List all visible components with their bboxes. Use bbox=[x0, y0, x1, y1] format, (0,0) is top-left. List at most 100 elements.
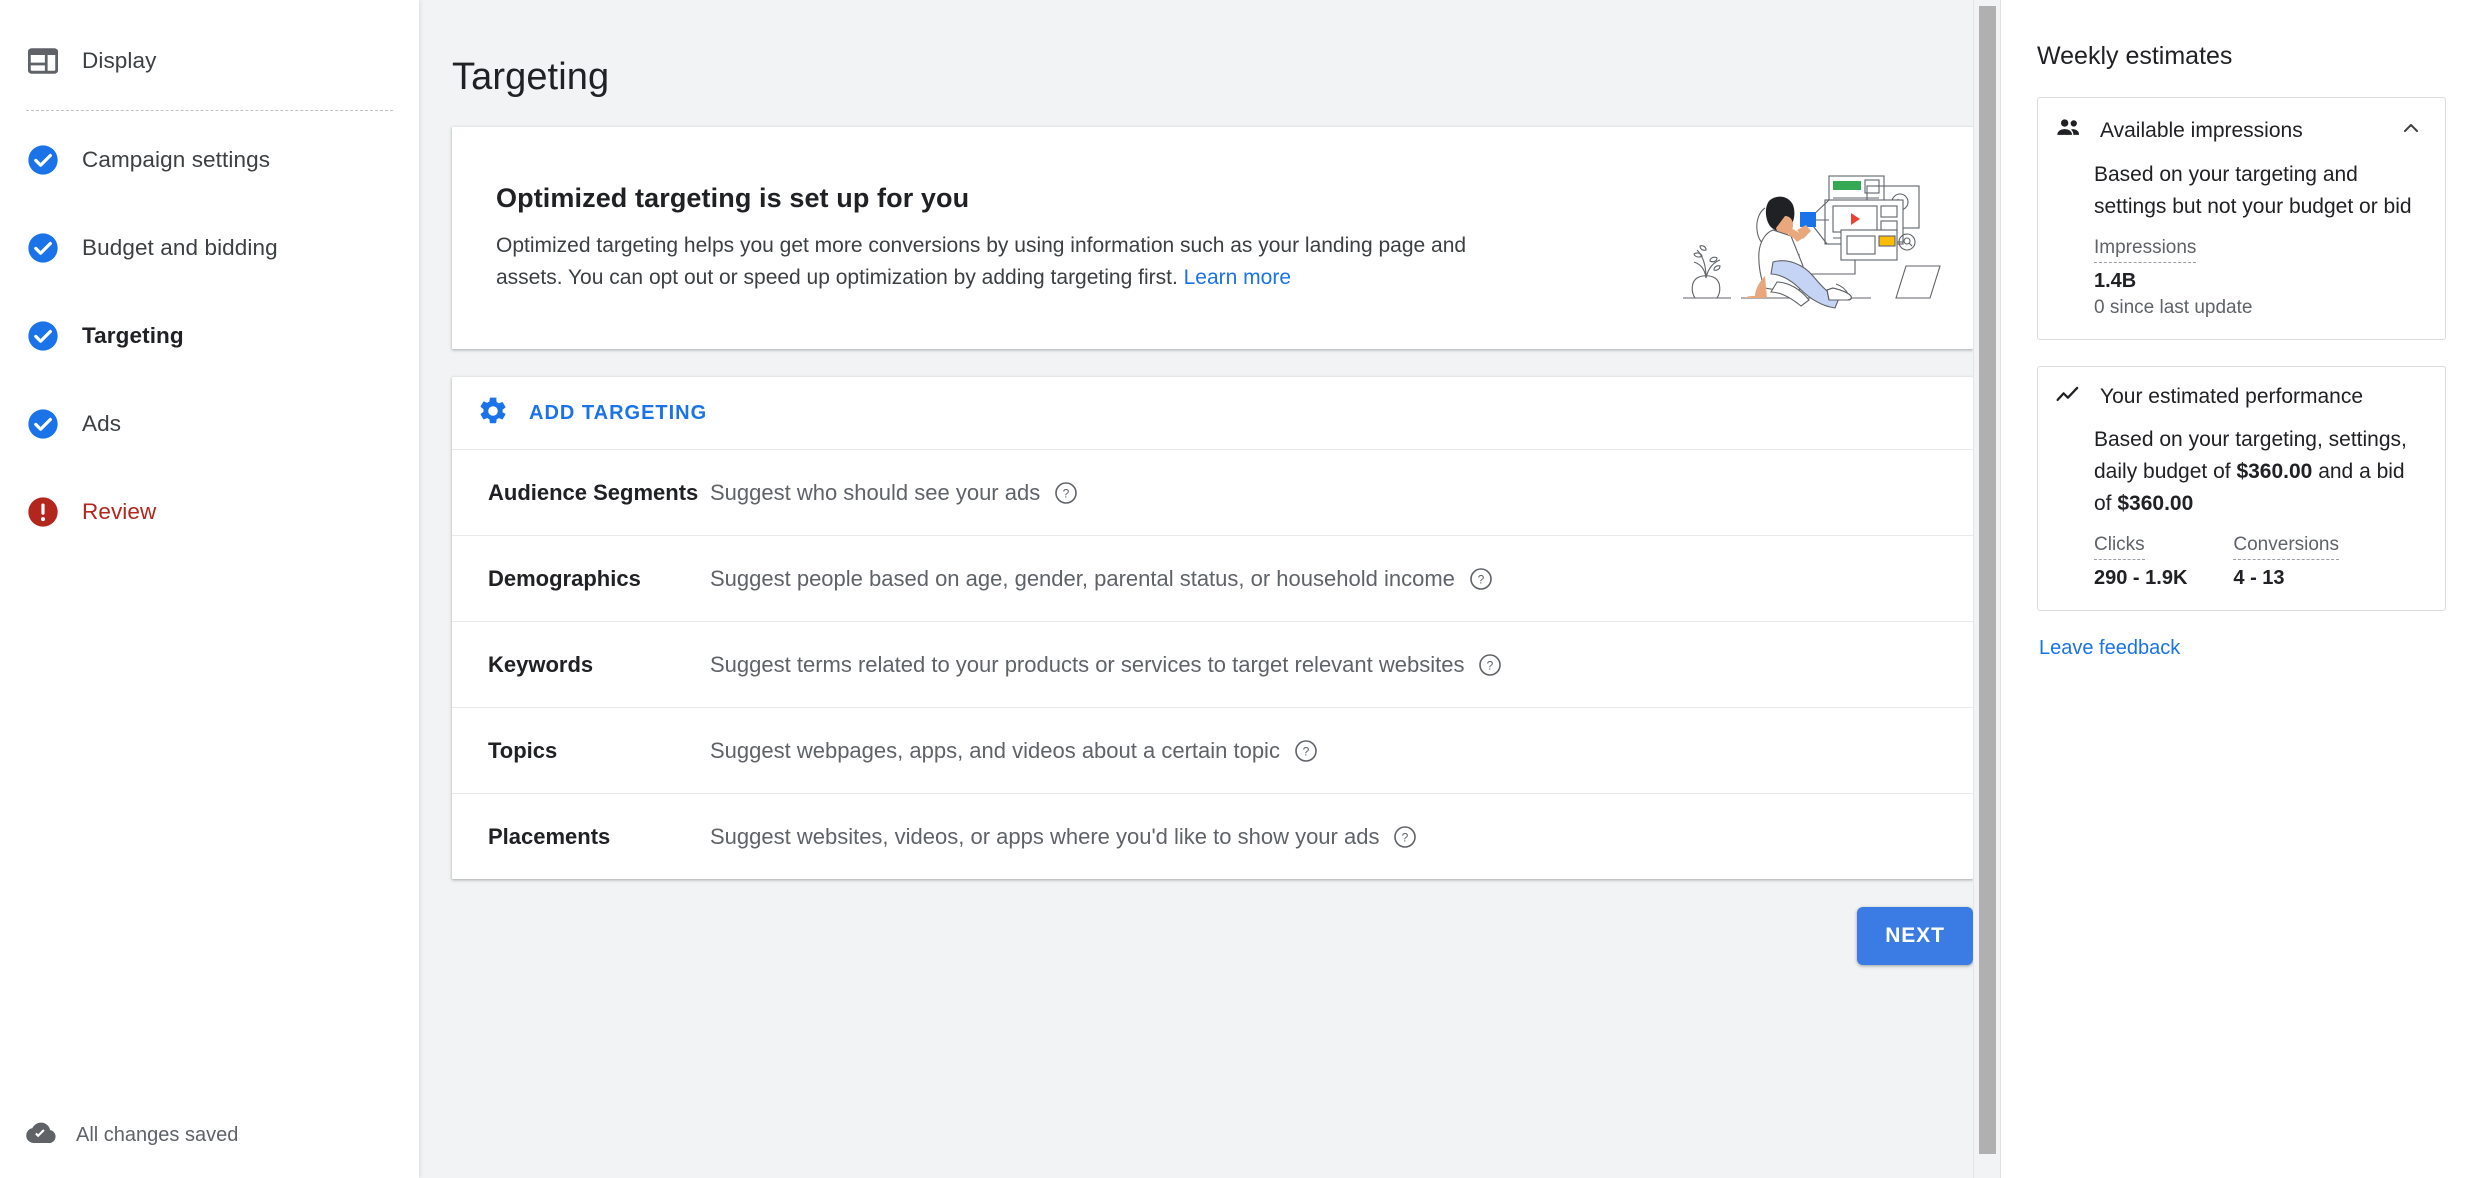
sidebar-item-campaign-settings[interactable]: Campaign settings bbox=[0, 133, 419, 187]
save-status-label: All changes saved bbox=[76, 1123, 239, 1146]
targeting-row-name: Topics bbox=[488, 737, 558, 763]
svg-text:?: ? bbox=[1303, 744, 1310, 758]
sidebar: Display Campaign settings Budget and bid… bbox=[0, 0, 419, 1178]
impressions-metric-value: 1.4B bbox=[2094, 269, 2137, 292]
targeting-row-name: Placements bbox=[488, 823, 611, 849]
check-circle-icon bbox=[26, 319, 60, 353]
help-circle-icon[interactable]: ? bbox=[1478, 653, 1502, 677]
clicks-metric-value: 290 - 1.9K bbox=[2094, 566, 2188, 589]
available-impressions-label: Available impressions bbox=[2100, 118, 2303, 142]
targeting-row-description: Suggest webpages, apps, and videos about… bbox=[710, 737, 1280, 763]
targeting-row-description: Suggest people based on age, gender, par… bbox=[710, 565, 1455, 591]
targeting-row-description-wrap: Suggest who should see your ads ? bbox=[710, 480, 1078, 506]
optimized-targeting-title: Optimized targeting is set up for you bbox=[496, 183, 970, 214]
optimized-targeting-card: Optimized targeting is set up for you Op… bbox=[452, 127, 1973, 349]
help-circle-icon[interactable]: ? bbox=[1054, 481, 1078, 505]
main-inner: Targeting Optimized targeting is set up … bbox=[419, 0, 1973, 965]
targeting-row-name: Demographics bbox=[488, 565, 641, 591]
display-layout-icon bbox=[26, 44, 60, 78]
targeting-row-description-wrap: Suggest webpages, apps, and videos about… bbox=[710, 738, 1318, 764]
sidebar-item-review[interactable]: Review bbox=[0, 485, 419, 539]
impressions-metric: Impressions 1.4B 0 since last update bbox=[2094, 237, 2252, 319]
check-circle-icon bbox=[26, 231, 60, 265]
estimated-performance-header[interactable]: Your estimated performance bbox=[2056, 385, 2423, 410]
svg-text:?: ? bbox=[1063, 486, 1070, 500]
main-content: Targeting Optimized targeting is set up … bbox=[419, 0, 2000, 1178]
sidebar-divider bbox=[26, 110, 393, 111]
available-impressions-metrics: Impressions 1.4B 0 since last update bbox=[2056, 237, 2423, 319]
estimated-performance-budget: $360.00 bbox=[2236, 459, 2313, 483]
impressions-metric-label[interactable]: Impressions bbox=[2094, 237, 2197, 263]
svg-text:?: ? bbox=[1487, 658, 1494, 672]
estimated-performance-bid: $360.00 bbox=[2117, 491, 2194, 515]
sidebar-item-ads-label: Ads bbox=[82, 411, 122, 436]
people-icon bbox=[2056, 118, 2082, 143]
estimated-performance-label: Your estimated performance bbox=[2100, 385, 2364, 409]
weekly-estimates-title: Weekly estimates bbox=[2037, 42, 2233, 70]
app-root: Display Campaign settings Budget and bid… bbox=[0, 0, 2482, 1178]
add-targeting-label: ADD TARGETING bbox=[529, 401, 708, 424]
estimated-performance-metrics: Clicks 290 - 1.9K Conversions 4 - 13 bbox=[2056, 534, 2423, 590]
estimated-performance-card: Your estimated performance Based on your… bbox=[2037, 365, 2446, 611]
available-impressions-card: Available impressions Based on your targ… bbox=[2037, 97, 2446, 340]
targeting-row-placements[interactable]: Placements Suggest websites, videos, or … bbox=[452, 793, 1973, 879]
main-vertical-scrollbar[interactable] bbox=[1973, 0, 2000, 1178]
targeting-row-topics[interactable]: Topics Suggest webpages, apps, and video… bbox=[452, 707, 1973, 793]
targeting-row-name: Audience Segments bbox=[488, 479, 699, 505]
sidebar-item-campaign-settings-label: Campaign settings bbox=[82, 147, 271, 172]
targeting-row-description-wrap: Suggest people based on age, gender, par… bbox=[710, 566, 1493, 592]
help-circle-icon[interactable]: ? bbox=[1393, 825, 1417, 849]
clicks-metric-label[interactable]: Clicks bbox=[2094, 534, 2145, 560]
weekly-estimates-panel: Weekly estimates Available impressions B… bbox=[2000, 0, 2482, 1178]
sidebar-item-budget-and-bidding-label: Budget and bidding bbox=[82, 235, 278, 260]
conversions-metric-label[interactable]: Conversions bbox=[2233, 534, 2339, 560]
help-circle-icon[interactable]: ? bbox=[1469, 567, 1493, 591]
targeting-row-description: Suggest terms related to your products o… bbox=[710, 651, 1465, 677]
svg-text:?: ? bbox=[1478, 572, 1485, 586]
available-impressions-header[interactable]: Available impressions bbox=[2056, 116, 2423, 145]
sidebar-item-ads[interactable]: Ads bbox=[0, 397, 419, 451]
conversions-metric-value: 4 - 13 bbox=[2233, 566, 2285, 589]
sidebar-item-display[interactable]: Display bbox=[0, 34, 419, 88]
next-button[interactable]: NEXT bbox=[1857, 907, 1973, 965]
help-circle-icon[interactable]: ? bbox=[1294, 739, 1318, 763]
main-vertical-scrollbar-thumb[interactable] bbox=[1979, 6, 1996, 1154]
next-button-wrap: NEXT bbox=[452, 907, 1973, 965]
conversions-metric: Conversions 4 - 13 bbox=[2233, 534, 2339, 590]
sidebar-item-targeting-label: Targeting bbox=[82, 323, 184, 348]
cloud-done-icon bbox=[26, 1121, 56, 1150]
estimated-performance-description: Based on your targeting, settings, daily… bbox=[2056, 424, 2423, 520]
sidebar-item-display-label: Display bbox=[82, 48, 157, 73]
learn-more-link[interactable]: Learn more bbox=[1184, 266, 1291, 289]
optimized-targeting-body-text: Optimized targeting helps you get more c… bbox=[496, 234, 1467, 289]
sidebar-item-review-label: Review bbox=[82, 499, 157, 524]
targeting-options-card: ADD TARGETING Audience Segments Suggest … bbox=[452, 377, 1973, 879]
sidebar-item-budget-and-bidding[interactable]: Budget and bidding bbox=[0, 221, 419, 275]
save-status: All changes saved bbox=[0, 1092, 419, 1178]
targeting-row-description-wrap: Suggest terms related to your products o… bbox=[710, 652, 1502, 678]
check-circle-icon bbox=[26, 143, 60, 177]
trending-up-icon bbox=[2056, 385, 2082, 410]
gear-icon bbox=[477, 395, 509, 432]
targeting-row-description-wrap: Suggest websites, videos, or apps where … bbox=[710, 824, 1417, 850]
svg-text:?: ? bbox=[1402, 830, 1409, 844]
optimized-targeting-text: Optimized targeting is set up for you Op… bbox=[496, 183, 1681, 292]
targeting-row-demographics[interactable]: Demographics Suggest people based on age… bbox=[452, 535, 1973, 621]
impressions-metric-sub: 0 since last update bbox=[2094, 296, 2253, 318]
error-circle-icon bbox=[26, 495, 60, 529]
add-targeting-button[interactable]: ADD TARGETING bbox=[452, 377, 1973, 449]
leave-feedback-link[interactable]: Leave feedback bbox=[2037, 637, 2446, 660]
sidebar-item-targeting[interactable]: Targeting bbox=[0, 309, 419, 363]
page-title: Targeting bbox=[452, 56, 610, 98]
chevron-up-icon[interactable] bbox=[2399, 116, 2423, 145]
targeting-row-keywords[interactable]: Keywords Suggest terms related to your p… bbox=[452, 621, 1973, 707]
check-circle-icon bbox=[26, 407, 60, 441]
targeting-row-audience-segments[interactable]: Audience Segments Suggest who should see… bbox=[452, 449, 1973, 535]
targeting-row-description: Suggest websites, videos, or apps where … bbox=[710, 823, 1380, 849]
available-impressions-description: Based on your targeting and settings but… bbox=[2094, 163, 2412, 218]
targeting-row-description: Suggest who should see your ads bbox=[710, 479, 1041, 505]
clicks-metric: Clicks 290 - 1.9K bbox=[2094, 534, 2187, 590]
